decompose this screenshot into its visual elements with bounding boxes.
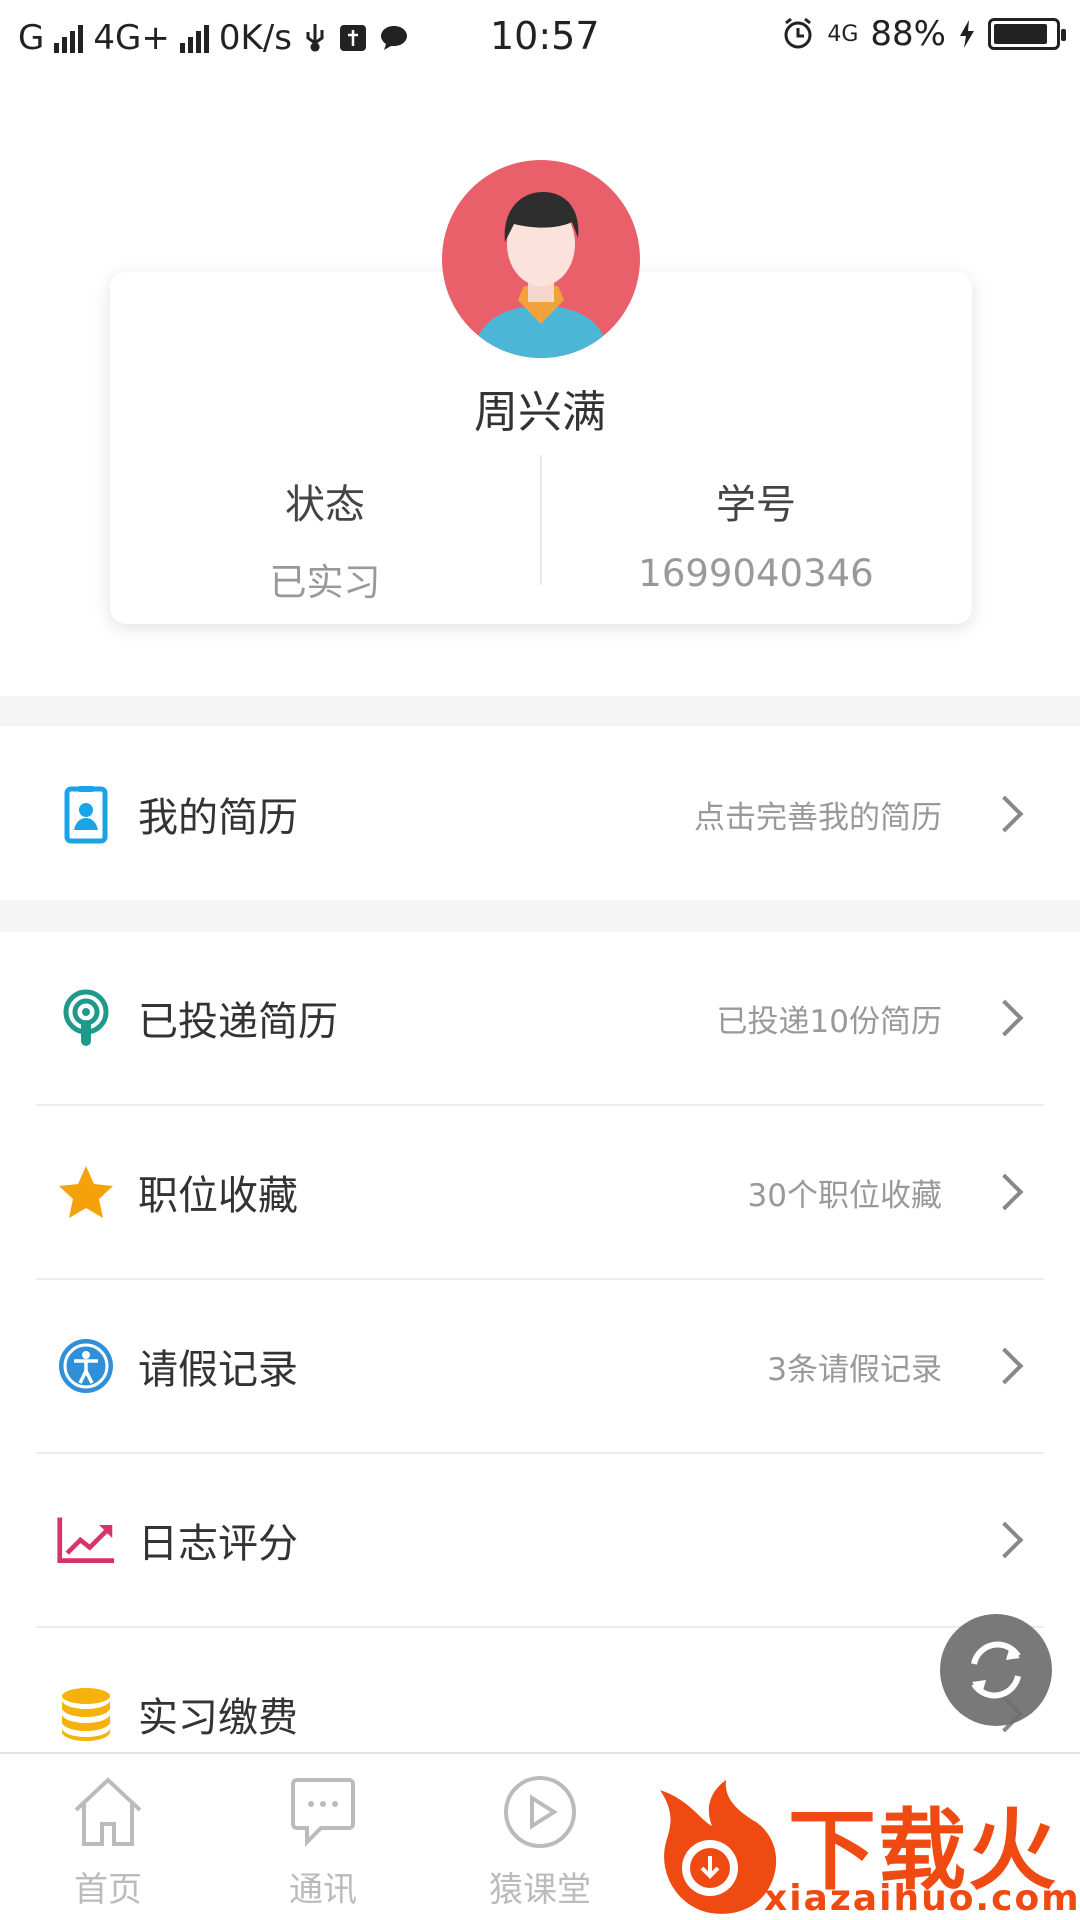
home-icon xyxy=(74,1777,142,1846)
usb-debug-icon xyxy=(339,25,366,51)
status-bar: G 4G+ 0K/s 10:57 4G 88% xyxy=(0,0,1080,76)
menu-title: 职位收藏 xyxy=(138,1173,298,1219)
nav-home[interactable]: 首页 xyxy=(18,1772,198,1911)
section-separator xyxy=(0,900,1080,932)
screen: G 4G+ 0K/s 10:57 4G 88% 周兴满 状态 已实习 学号 16… xyxy=(0,0,1080,1920)
menu-hint: 点击完善我的简历 xyxy=(694,799,942,836)
network-label: 4G+ xyxy=(93,18,170,58)
menu-hint: 已投递10份简历 xyxy=(716,1003,942,1040)
status-left: G 4G+ 0K/s xyxy=(18,18,410,58)
refresh-float-button[interactable] xyxy=(940,1614,1052,1726)
usb-icon xyxy=(306,24,324,52)
nav-messages[interactable]: 通讯 xyxy=(233,1772,413,1911)
speed-label: 0K/s xyxy=(218,18,292,58)
refresh-icon xyxy=(971,1641,1021,1699)
user-name: 周兴满 xyxy=(474,387,606,438)
chevron-right-icon xyxy=(986,1173,1024,1211)
network-right-label: 4G xyxy=(827,21,859,47)
chevron-right-icon xyxy=(986,1347,1024,1385)
user-avatar-icon xyxy=(472,192,610,358)
watermark-logo: 下载火 xiazaihuo.com xyxy=(640,1770,1080,1920)
alarm-icon xyxy=(784,17,812,49)
play-icon xyxy=(504,1776,576,1848)
menu-title: 我的简历 xyxy=(138,795,298,841)
coins-icon xyxy=(56,1684,116,1744)
menu-title: 日志评分 xyxy=(138,1521,298,1567)
resume-card-icon xyxy=(56,784,116,844)
menu-row-log-scoring[interactable]: 日志评分 xyxy=(0,1454,1080,1626)
trend-chart-icon xyxy=(56,1510,116,1570)
chevron-right-icon xyxy=(986,795,1024,833)
nav-classroom[interactable]: 猿课堂 xyxy=(450,1772,630,1911)
chevron-right-icon xyxy=(986,1521,1024,1559)
podcast-icon xyxy=(56,988,116,1048)
status-column: 状态 已实习 xyxy=(110,472,540,606)
student-id-label: 学号 xyxy=(716,482,796,528)
chat-icon xyxy=(380,26,407,50)
status-label: 状态 xyxy=(285,482,365,528)
status-right: 4G 88% xyxy=(781,14,1066,54)
avatar[interactable] xyxy=(442,160,640,358)
section-separator xyxy=(0,696,1080,726)
battery-percent: 88% xyxy=(870,14,946,54)
charging-icon xyxy=(960,20,974,48)
message-icon xyxy=(291,1778,355,1847)
clock: 10:57 xyxy=(490,14,600,58)
menu-row-leave-records[interactable]: 请假记录 3条请假记录 xyxy=(0,1280,1080,1452)
student-id-column: 学号 1699040346 xyxy=(541,472,971,595)
signal-icon-2 xyxy=(179,23,209,53)
nav-label: 通讯 xyxy=(289,1870,357,1910)
star-icon xyxy=(56,1162,116,1222)
accessibility-icon xyxy=(56,1336,116,1396)
carrier-label: G xyxy=(18,18,45,58)
nav-label: 猿课堂 xyxy=(489,1870,591,1910)
status-value: 已实习 xyxy=(269,561,381,604)
menu-hint: 30个职位收藏 xyxy=(747,1177,942,1214)
menu-row-submitted-resumes[interactable]: 已投递简历 已投递10份简历 xyxy=(0,932,1080,1104)
signal-icon xyxy=(54,23,84,53)
menu-row-my-resume[interactable]: 我的简历 点击完善我的简历 xyxy=(0,728,1080,900)
nav-label: 首页 xyxy=(74,1870,142,1910)
menu-title: 请假记录 xyxy=(138,1347,298,1393)
watermark-url: xiazaihuo.com xyxy=(764,1878,1080,1919)
battery-icon xyxy=(988,18,1066,50)
menu-row-job-favorites[interactable]: 职位收藏 30个职位收藏 xyxy=(0,1106,1080,1278)
menu-title: 已投递简历 xyxy=(138,999,338,1045)
student-id-value: 1699040346 xyxy=(638,552,874,595)
menu-hint: 3条请假记录 xyxy=(767,1351,942,1388)
menu-title: 实习缴费 xyxy=(138,1695,298,1741)
chevron-right-icon xyxy=(986,999,1024,1037)
